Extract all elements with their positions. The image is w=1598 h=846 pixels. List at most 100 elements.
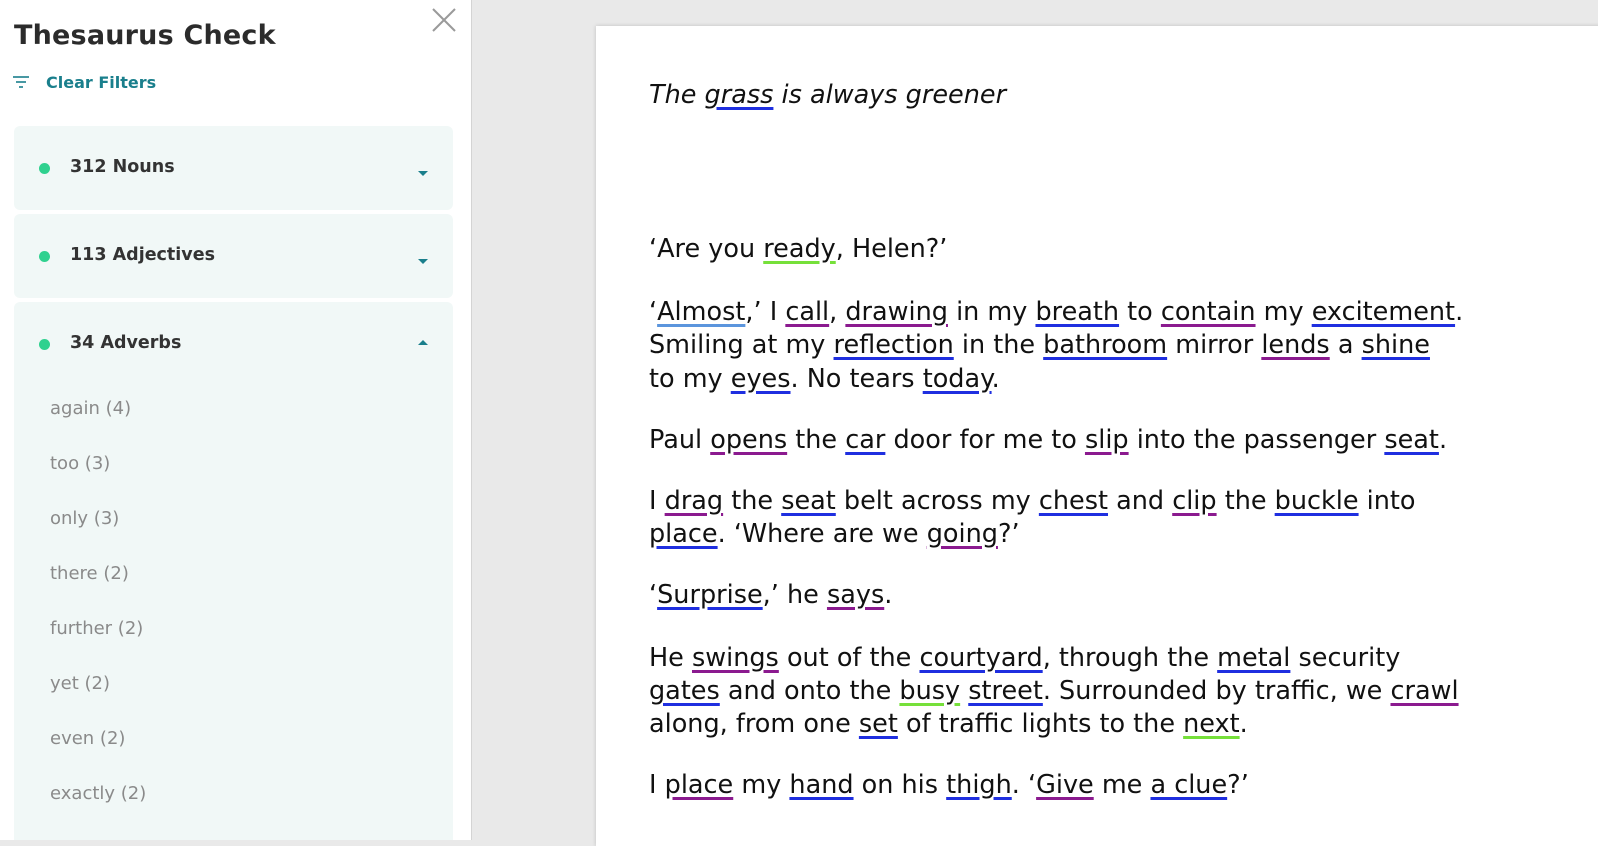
highlighted-noun-word[interactable]: reflection bbox=[834, 330, 954, 360]
highlighted-noun-word[interactable]: eyes bbox=[731, 364, 791, 394]
highlighted-noun-word[interactable]: car bbox=[845, 425, 885, 455]
text-line: ‘Surprise,’ he says. bbox=[649, 580, 892, 610]
text-run: , through the bbox=[1042, 643, 1218, 673]
highlighted-noun-word[interactable]: today bbox=[923, 364, 992, 394]
adverb-item[interactable]: too (3) bbox=[50, 453, 110, 474]
adverbs-label: 34 Adverbs bbox=[70, 333, 182, 353]
text-run: . ‘ bbox=[1011, 770, 1037, 800]
close-button[interactable] bbox=[430, 6, 458, 34]
text-run: . Surrounded by traffic, we bbox=[1042, 676, 1391, 706]
adverbs-group-header[interactable]: 34 Adverbs bbox=[14, 302, 453, 388]
text-run: my bbox=[733, 770, 790, 800]
text-run: I bbox=[649, 486, 665, 516]
adverb-item[interactable]: even (2) bbox=[50, 728, 125, 749]
adverb-item[interactable]: further (2) bbox=[50, 618, 143, 639]
clear-filters-button[interactable]: Clear Filters bbox=[12, 72, 156, 92]
text-run: ‘Are you bbox=[649, 234, 764, 264]
highlighted-noun-word[interactable]: metal bbox=[1217, 643, 1290, 673]
text-line: I place my hand on his thigh. ‘Give me a… bbox=[649, 770, 1249, 800]
text-run: . bbox=[1438, 425, 1448, 455]
highlighted-verb-word[interactable]: opens bbox=[710, 425, 787, 455]
highlighted-verb-word[interactable]: swings bbox=[692, 643, 779, 673]
highlighted-noun-word[interactable]: gates bbox=[649, 676, 720, 706]
highlighted-verb-word[interactable]: place bbox=[665, 770, 734, 800]
highlighted-noun-word[interactable]: set bbox=[859, 709, 898, 739]
adjectives-group-header[interactable]: 113 Adjectives bbox=[14, 214, 453, 300]
highlighted-verb-word[interactable]: slip bbox=[1085, 425, 1129, 455]
close-icon bbox=[432, 8, 456, 32]
highlighted-noun-word[interactable]: chest bbox=[1039, 486, 1108, 516]
text-line: along, from one set of traffic lights to… bbox=[649, 709, 1248, 739]
highlighted-verb-word[interactable]: says bbox=[827, 580, 884, 610]
highlighted-noun-word[interactable]: seat bbox=[781, 486, 836, 516]
nouns-group-header[interactable]: 312 Nouns bbox=[14, 126, 453, 212]
text-run: and bbox=[1108, 486, 1173, 516]
highlighted-adj-word[interactable]: next bbox=[1183, 709, 1240, 739]
highlighted-noun-word[interactable]: a clue bbox=[1150, 770, 1227, 800]
chevron-down-icon bbox=[418, 259, 428, 264]
adverb-item[interactable]: yet (2) bbox=[50, 673, 110, 694]
highlighted-adj-word[interactable]: busy bbox=[899, 676, 960, 706]
highlighted-noun-word[interactable]: courtyard bbox=[919, 643, 1042, 673]
adverb-item[interactable]: there (2) bbox=[50, 563, 129, 584]
text-run: ,’ I bbox=[745, 297, 786, 327]
highlighted-adj-word[interactable]: ready bbox=[763, 234, 836, 264]
text-run: into bbox=[1358, 486, 1416, 516]
text-line: ‘Almost,’ I call, drawing in my breath t… bbox=[649, 297, 1463, 327]
adjectives-label: 113 Adjectives bbox=[70, 245, 215, 265]
text-run: to bbox=[1119, 297, 1161, 327]
text-run: security bbox=[1290, 643, 1401, 673]
text-run: into the passenger bbox=[1128, 425, 1385, 455]
text-run: , Helen?’ bbox=[835, 234, 948, 264]
adverb-item[interactable]: exactly (2) bbox=[50, 783, 146, 804]
text-line: place. ‘Where are we going?’ bbox=[649, 519, 1020, 549]
highlighted-verb-word[interactable]: call bbox=[785, 297, 829, 327]
highlighted-noun-word[interactable]: Surprise bbox=[657, 580, 763, 610]
chevron-down-icon bbox=[418, 171, 428, 176]
adverb-item[interactable]: again (4) bbox=[50, 398, 131, 419]
highlighted-noun-word[interactable]: hand bbox=[789, 770, 853, 800]
sidebar-title: Thesaurus Check bbox=[14, 20, 276, 51]
text-run: . bbox=[1239, 709, 1248, 739]
text-run: the bbox=[787, 425, 846, 455]
text-run: on his bbox=[853, 770, 947, 800]
clear-filters-label: Clear Filters bbox=[46, 72, 157, 92]
text-run: out of the bbox=[778, 643, 920, 673]
highlighted-noun-word[interactable]: thigh bbox=[946, 770, 1012, 800]
highlighted-noun-word[interactable]: excitement bbox=[1312, 297, 1455, 327]
highlighted-verb-word[interactable]: lends bbox=[1261, 330, 1329, 360]
filter-icon bbox=[13, 76, 29, 88]
highlighted-verb-word[interactable]: clip bbox=[1172, 486, 1216, 516]
highlighted-verb-word[interactable]: going bbox=[927, 519, 998, 549]
text-run: mirror bbox=[1167, 330, 1262, 360]
highlighted-noun-word[interactable]: shine bbox=[1362, 330, 1430, 360]
highlighted-noun-word[interactable]: street bbox=[968, 676, 1043, 706]
text-run: . No tears bbox=[790, 364, 923, 394]
text-run: along, from one bbox=[649, 709, 859, 739]
highlighted-noun-word[interactable]: seat bbox=[1384, 425, 1439, 455]
highlighted-verb-word[interactable]: drag bbox=[665, 486, 723, 516]
text-run: . bbox=[991, 364, 1000, 394]
highlighted-verb-word[interactable]: Give bbox=[1036, 770, 1094, 800]
highlighted-verb-word[interactable]: drawing bbox=[845, 297, 948, 327]
text-run: and onto the bbox=[719, 676, 900, 706]
highlighted-verb-word[interactable]: crawl bbox=[1390, 676, 1458, 706]
text-run: ‘ bbox=[649, 297, 658, 327]
status-dot-icon bbox=[39, 251, 50, 262]
highlighted-noun-word[interactable]: breath bbox=[1035, 297, 1119, 327]
text-run: . bbox=[884, 580, 893, 610]
highlighted-verb-word[interactable]: contain bbox=[1161, 297, 1256, 327]
highlighted-noun-word[interactable]: place bbox=[649, 519, 718, 549]
highlighted-noun-word[interactable]: bathroom bbox=[1043, 330, 1167, 360]
text-run: the bbox=[1216, 486, 1275, 516]
text-line: I drag the seat belt across my chest and… bbox=[649, 486, 1416, 516]
adverb-item[interactable]: only (3) bbox=[50, 508, 119, 529]
text-run: me bbox=[1093, 770, 1151, 800]
highlighted-noun-word[interactable]: grass bbox=[705, 80, 774, 110]
adjectives-group: 113 Adjectives bbox=[14, 214, 453, 298]
highlighted-adv-word[interactable]: Almost bbox=[657, 297, 745, 327]
highlighted-noun-word[interactable]: buckle bbox=[1275, 486, 1359, 516]
text-run: . ‘Where are we bbox=[717, 519, 927, 549]
text-run: . bbox=[1455, 297, 1464, 327]
nouns-group: 312 Nouns bbox=[14, 126, 453, 210]
